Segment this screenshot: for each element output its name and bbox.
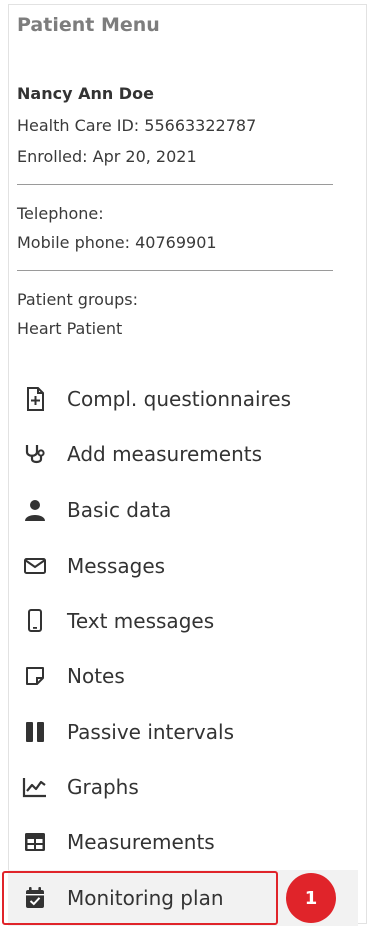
menu-item-graphs[interactable]: Graphs <box>8 765 358 809</box>
mobile-phone: Mobile phone: 40769901 <box>17 233 217 252</box>
menu-item-label: Compl. questionnaires <box>67 387 292 411</box>
highlight-box <box>2 871 278 925</box>
person-icon <box>21 496 49 524</box>
panel-title: Patient Menu <box>17 14 160 36</box>
patient-groups-label: Patient groups: <box>17 290 138 309</box>
patient-groups-value: Heart Patient <box>17 319 123 338</box>
menu-item-label: Notes <box>67 664 125 688</box>
menu-item-notes[interactable]: Notes <box>8 654 358 698</box>
line-chart-icon <box>21 773 49 801</box>
stethoscope-icon <box>21 440 49 468</box>
enrolled-date: Enrolled: Apr 20, 2021 <box>17 147 197 166</box>
divider <box>17 270 333 271</box>
menu-item-label: Add measurements <box>67 442 263 466</box>
menu-item-label: Text messages <box>67 609 215 633</box>
table-icon <box>21 828 49 856</box>
menu-item-messages[interactable]: Messages <box>8 544 358 588</box>
step-badge: 1 <box>286 873 336 923</box>
menu-item-label: Graphs <box>67 775 139 799</box>
menu-item-text-messages[interactable]: Text messages <box>8 599 358 643</box>
menu-item-measurements[interactable]: Measurements <box>8 820 358 864</box>
telephone-label: Telephone: <box>17 204 104 223</box>
health-care-id: Health Care ID: 55663322787 <box>17 116 257 135</box>
menu-item-label: Measurements <box>67 830 215 854</box>
envelope-icon <box>21 552 49 580</box>
menu-item-label: Basic data <box>67 498 172 522</box>
menu-item-compl-questionnaires[interactable]: Compl. questionnaires <box>8 377 358 421</box>
patient-name: Nancy Ann Doe <box>17 84 154 103</box>
menu-item-basic-data[interactable]: Basic data <box>8 488 358 532</box>
menu-item-label: Passive intervals <box>67 720 234 744</box>
divider <box>17 184 333 185</box>
menu-item-add-measurements[interactable]: Add measurements <box>8 432 358 476</box>
pause-columns-icon <box>21 718 49 746</box>
mobile-phone-icon <box>21 607 49 635</box>
menu-item-passive-intervals[interactable]: Passive intervals <box>8 710 358 754</box>
menu-item-label: Messages <box>67 554 166 578</box>
document-plus-icon <box>21 385 49 413</box>
note-icon <box>21 662 49 690</box>
